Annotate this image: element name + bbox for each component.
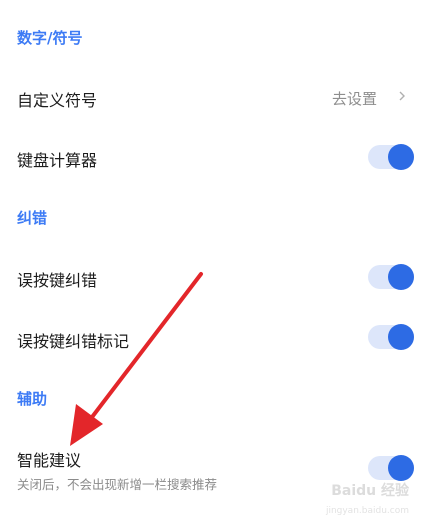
- baidu-watermark: Baidu 经验: [331, 483, 409, 499]
- toggle-knob: [388, 144, 414, 170]
- chevron-right-icon[interactable]: [397, 91, 407, 101]
- keyboard-calculator-label: 键盘计算器: [17, 151, 98, 170]
- toggle-knob: [388, 324, 414, 350]
- section-header-correction: 纠错: [17, 209, 48, 227]
- smart-suggestion-description: 关闭后，不会出现新增一栏搜索推荐: [17, 477, 218, 492]
- typo-correction-mark-toggle[interactable]: [368, 324, 414, 350]
- keyboard-calculator-toggle[interactable]: [368, 144, 414, 170]
- custom-symbols-label: 自定义符号: [17, 91, 98, 110]
- smart-suggestion-label: 智能建议: [17, 451, 82, 470]
- toggle-knob: [388, 455, 414, 481]
- typo-correction-toggle[interactable]: [368, 264, 414, 290]
- section-header-numbers-symbols: 数字/符号: [17, 29, 83, 47]
- baidu-watermark-url: jingyan.baidu.com: [325, 506, 409, 516]
- section-header-assist: 辅助: [17, 390, 48, 408]
- red-arrow-annotation: [70, 272, 203, 446]
- smart-suggestion-toggle[interactable]: [368, 455, 414, 481]
- toggle-knob: [388, 264, 414, 290]
- typo-correction-mark-label: 误按键纠错标记: [17, 332, 130, 351]
- settings-page: 数字/符号 自定义符号 去设置 键盘计算器 纠错 误按键纠错 误按键纠错标记 辅…: [0, 0, 427, 524]
- custom-symbols-action[interactable]: 去设置: [332, 88, 377, 109]
- typo-correction-label: 误按键纠错: [17, 271, 98, 290]
